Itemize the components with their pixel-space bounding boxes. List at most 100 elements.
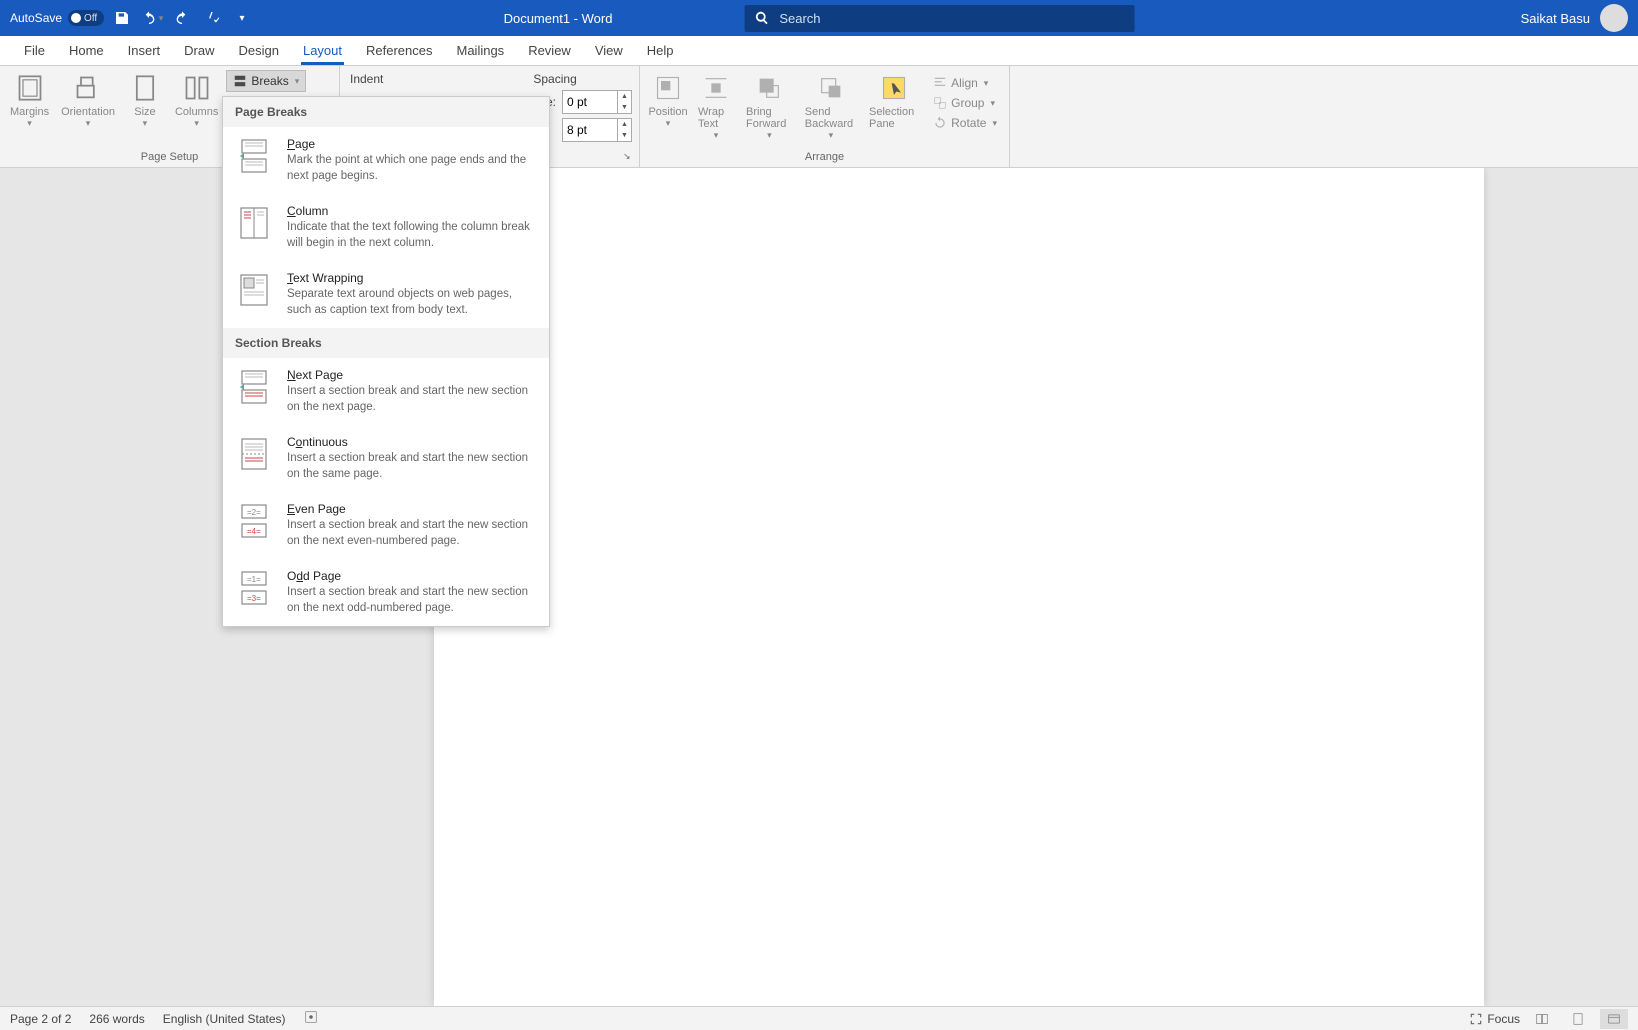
document-page[interactable] — [434, 168, 1484, 1006]
spelling-icon[interactable] — [200, 6, 224, 30]
svg-text:=4=: =4= — [247, 527, 261, 536]
save-icon[interactable] — [110, 6, 134, 30]
svg-text:=1=: =1= — [247, 575, 261, 584]
margins-icon — [16, 74, 44, 102]
break-odd-page[interactable]: =1= =3= Odd Page Insert a section break a… — [223, 559, 549, 626]
break-text-wrapping-desc: Separate text around objects on web page… — [287, 287, 535, 318]
columns-button[interactable]: Columns▾ — [171, 70, 222, 131]
svg-text:=3=: =3= — [247, 594, 261, 603]
tab-review[interactable]: Review — [516, 36, 583, 65]
tab-design[interactable]: Design — [227, 36, 291, 65]
position-button[interactable]: Position▾ — [646, 70, 690, 131]
spacing-before-input[interactable]: ▲▼ — [562, 90, 632, 114]
web-layout-button[interactable] — [1600, 1009, 1628, 1029]
position-icon — [654, 74, 682, 102]
tab-help[interactable]: Help — [635, 36, 686, 65]
tab-mailings[interactable]: Mailings — [445, 36, 517, 65]
page-breaks-header: Page Breaks — [223, 97, 549, 127]
page-info[interactable]: Page 2 of 2 — [10, 1012, 71, 1026]
break-next-page-desc: Insert a section break and start the new… — [287, 384, 535, 415]
ribbon-tabs: File Home Insert Draw Design Layout Refe… — [0, 36, 1638, 66]
align-icon — [933, 76, 947, 90]
rotate-button[interactable]: Rotate▾ — [927, 114, 1003, 132]
svg-text:=2=: =2= — [247, 508, 261, 517]
group-arrange: Position▾ Wrap Text▾ Bring Forward▾ Send… — [640, 66, 1010, 167]
tab-draw[interactable]: Draw — [172, 36, 226, 65]
break-page-title: Page — [287, 137, 535, 151]
spacing-after-input[interactable]: ▲▼ — [562, 118, 632, 142]
size-button[interactable]: Size▾ — [123, 70, 167, 131]
macro-icon[interactable] — [304, 1010, 318, 1027]
break-next-page[interactable]: Next Page Insert a section break and sta… — [223, 358, 549, 425]
autosave-toggle[interactable]: AutoSave Off — [10, 10, 104, 26]
paragraph-dialog-launcher[interactable]: ↘ — [623, 151, 635, 163]
tab-file[interactable]: File — [12, 36, 57, 65]
spin-down-icon[interactable]: ▼ — [618, 102, 631, 113]
align-button[interactable]: Align▾ — [927, 74, 1003, 92]
breaks-icon — [233, 74, 247, 88]
print-layout-icon — [1570, 1012, 1586, 1026]
size-icon — [131, 74, 159, 102]
user-name: Saikat Basu — [1521, 11, 1590, 26]
breaks-button[interactable]: Breaks ▾ — [226, 70, 306, 92]
spin-down-icon[interactable]: ▼ — [618, 130, 631, 141]
bring-forward-icon — [755, 74, 783, 102]
break-even-page[interactable]: =2==4= Even Page Insert a section break … — [223, 492, 549, 559]
text-wrapping-icon — [238, 272, 270, 308]
wrap-text-button[interactable]: Wrap Text▾ — [694, 70, 738, 143]
spin-up-icon[interactable]: ▲ — [618, 91, 631, 102]
send-backward-button[interactable]: Send Backward▾ — [801, 70, 861, 143]
break-continuous-title: Continuous — [287, 435, 535, 449]
spacing-header: Spacing — [533, 72, 576, 86]
print-layout-button[interactable] — [1564, 1009, 1592, 1029]
selection-pane-button[interactable]: Selection Pane — [865, 70, 923, 132]
break-column-title: Column — [287, 204, 535, 218]
continuous-icon — [238, 436, 270, 472]
customize-qat-icon[interactable]: ▾ — [230, 6, 254, 30]
margins-button[interactable]: Margins▾ — [6, 70, 53, 131]
read-mode-icon — [1534, 1012, 1550, 1026]
web-layout-icon — [1606, 1012, 1622, 1026]
column-break-icon — [238, 205, 270, 241]
break-continuous-desc: Insert a section break and start the new… — [287, 451, 535, 482]
document-title: Document1 - Word — [504, 11, 613, 26]
break-page-desc: Mark the point at which one page ends an… — [287, 153, 535, 184]
focus-button[interactable]: Focus — [1469, 1012, 1520, 1026]
read-mode-button[interactable] — [1528, 1009, 1556, 1029]
tab-layout[interactable]: Layout — [291, 36, 354, 65]
break-odd-page-title: Odd Page — [287, 569, 535, 583]
section-breaks-header: Section Breaks — [223, 328, 549, 358]
break-odd-page-desc: Insert a section break and start the new… — [287, 585, 535, 616]
break-page[interactable]: Page Mark the point at which one page en… — [223, 127, 549, 194]
tab-references[interactable]: References — [354, 36, 444, 65]
redo-icon[interactable] — [170, 6, 194, 30]
break-column[interactable]: Column Indicate that the text following … — [223, 194, 549, 261]
tab-home[interactable]: Home — [57, 36, 116, 65]
spin-up-icon[interactable]: ▲ — [618, 119, 631, 130]
search-input[interactable] — [779, 11, 1124, 26]
break-text-wrapping[interactable]: Text Wrapping Separate text around objec… — [223, 261, 549, 328]
undo-icon[interactable]: ▾ — [140, 6, 164, 30]
search-icon — [754, 10, 769, 26]
group-icon — [933, 96, 947, 110]
tab-insert[interactable]: Insert — [116, 36, 173, 65]
orientation-button[interactable]: Orientation▾ — [57, 70, 119, 131]
break-text-wrapping-title: Text Wrapping — [287, 271, 535, 285]
orientation-icon — [74, 74, 102, 102]
break-continuous[interactable]: Continuous Insert a section break and st… — [223, 425, 549, 492]
group-button[interactable]: Group▾ — [927, 94, 1003, 112]
break-even-page-desc: Insert a section break and start the new… — [287, 518, 535, 549]
user-avatar[interactable] — [1600, 4, 1628, 32]
word-count[interactable]: 266 words — [89, 1012, 144, 1026]
next-page-icon — [238, 369, 270, 405]
search-box[interactable] — [744, 5, 1134, 32]
group-label-arrange: Arrange — [646, 149, 1003, 165]
focus-icon — [1469, 1012, 1483, 1026]
bring-forward-button[interactable]: Bring Forward▾ — [742, 70, 797, 143]
rotate-icon — [933, 116, 947, 130]
columns-icon — [183, 74, 211, 102]
language[interactable]: English (United States) — [163, 1012, 286, 1026]
send-backward-icon — [817, 74, 845, 102]
even-page-icon: =2= =4= — [238, 503, 270, 539]
tab-view[interactable]: View — [583, 36, 635, 65]
